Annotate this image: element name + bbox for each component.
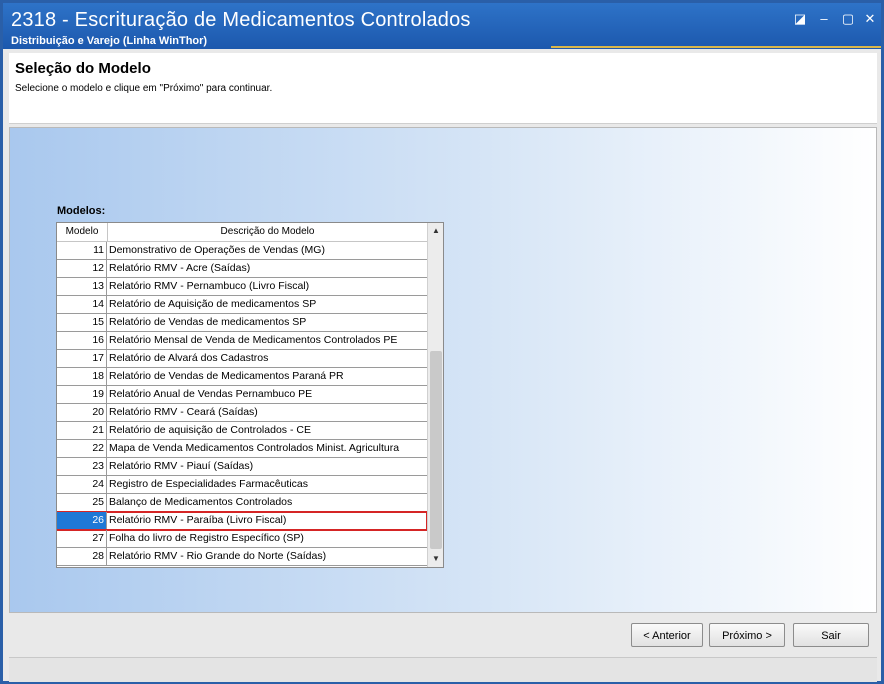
model-number-cell: 13 bbox=[57, 278, 107, 295]
table-row[interactable]: 12 Relatório RMV - Acre (Saídas) bbox=[57, 260, 427, 278]
table-row[interactable]: 19 Relatório Anual de Vendas Pernambuco P… bbox=[57, 386, 427, 404]
model-number-cell: 14 bbox=[57, 296, 107, 313]
table-row[interactable]: 11 Demonstrativo de Operações de Vendas (… bbox=[57, 242, 427, 260]
models-grid[interactable]: Modelo Descrição do Modelo 11 Demonstrati… bbox=[56, 222, 444, 568]
model-description-cell: Relatório RMV - Acre (Saídas) bbox=[109, 262, 251, 274]
model-description-cell: Relatório Anual de Vendas Pernambuco PE bbox=[109, 388, 313, 400]
model-number-cell: 20 bbox=[57, 404, 107, 421]
model-description-cell: Relatório de aquisição de Controlados - … bbox=[109, 424, 311, 436]
restore-icon[interactable]: ◪ bbox=[793, 12, 807, 26]
table-row[interactable]: 22 Mapa de Venda Medicamentos Controlados… bbox=[57, 440, 427, 458]
model-number-cell: 25 bbox=[57, 494, 107, 511]
model-description-cell: Registro de Especialidades Farmacêuticas bbox=[109, 478, 309, 490]
scroll-down-icon[interactable]: ▼ bbox=[428, 551, 443, 567]
table-row[interactable]: 18 Relatório de Vendas de Medicamentos Pa… bbox=[57, 368, 427, 386]
page-title: Seleção do Modelo bbox=[15, 60, 151, 77]
model-number-cell: 19 bbox=[57, 386, 107, 403]
model-description-cell: Relatório RMV - Ceará (Saídas) bbox=[109, 406, 258, 418]
content-panel: Modelos: Modelo Descrição do Modelo 11 De… bbox=[9, 127, 877, 613]
window-title: 2318 - Escrituração de Medicamentos Cont… bbox=[11, 9, 471, 31]
model-description-cell: Relatório de Vendas de Medicamentos Para… bbox=[109, 370, 344, 382]
model-description-cell: Balanço de Medicamentos Controlados bbox=[109, 496, 293, 508]
table-row[interactable]: 13 Relatório RMV - Pernambuco (Livro Fisc… bbox=[57, 278, 427, 296]
model-description-cell: Relatório de Alvará dos Cadastros bbox=[109, 352, 269, 364]
model-number-cell: 17 bbox=[57, 350, 107, 367]
table-row[interactable]: 26 Relatório RMV - Paraíba (Livro Fiscal) bbox=[57, 511, 428, 531]
model-number-cell: 21 bbox=[57, 422, 107, 439]
model-description-cell: Relatório RMV - Paraíba (Livro Fiscal) bbox=[109, 514, 287, 526]
model-description-cell: Relatório RMV - Rio Grande do Norte (Saí… bbox=[109, 550, 327, 562]
model-number-cell: 16 bbox=[57, 332, 107, 349]
model-description-cell: Mapa de Venda Medicamentos Controlados M… bbox=[109, 442, 400, 454]
model-number-cell: 23 bbox=[57, 458, 107, 475]
models-label: Modelos: bbox=[57, 205, 106, 217]
table-row[interactable]: 20 Relatório RMV - Ceará (Saídas) bbox=[57, 404, 427, 422]
table-row[interactable]: 21 Relatório de aquisição de Controlados … bbox=[57, 422, 427, 440]
table-row[interactable]: 24 Registro de Especialidades Farmacêutic… bbox=[57, 476, 427, 494]
table-row[interactable]: 16 Relatório Mensal de Venda de Medicamen… bbox=[57, 332, 427, 350]
model-number-cell: 18 bbox=[57, 368, 107, 385]
window-subtitle: Distribuição e Varejo (Linha WinThor) bbox=[11, 35, 208, 47]
table-row[interactable]: 15 Relatório de Vendas de medicamentos SP bbox=[57, 314, 427, 332]
column-header-model[interactable]: Modelo bbox=[57, 223, 108, 241]
table-row[interactable]: 28 Relatório RMV - Rio Grande do Norte (S… bbox=[57, 548, 427, 566]
model-description-cell: Demonstrativo de Operações de Vendas (MG… bbox=[109, 244, 325, 256]
model-description-cell: Relatório de Vendas de medicamentos SP bbox=[109, 316, 307, 328]
table-row[interactable]: 27 Folha do livro de Registro Específico … bbox=[57, 530, 427, 548]
grid-rows: 11 Demonstrativo de Operações de Vendas (… bbox=[57, 242, 428, 566]
model-number-cell: 24 bbox=[57, 476, 107, 493]
table-row[interactable]: 25 Balanço de Medicamentos Controlados bbox=[57, 494, 427, 512]
previous-button[interactable]: < Anterior bbox=[631, 623, 703, 647]
model-number-cell: 22 bbox=[57, 440, 107, 457]
maximize-icon[interactable]: ▢ bbox=[841, 12, 855, 26]
model-description-cell: Relatório de Aquisição de medicamentos S… bbox=[109, 298, 317, 310]
scroll-up-icon[interactable]: ▲ bbox=[428, 223, 443, 239]
model-number-cell: 12 bbox=[57, 260, 107, 277]
title-bar: 2318 - Escrituração de Medicamentos Cont… bbox=[3, 3, 881, 49]
next-button[interactable]: Próximo > bbox=[709, 623, 785, 647]
model-number-cell: 27 bbox=[57, 530, 107, 547]
model-description-cell: Relatório Mensal de Venda de Medicamento… bbox=[109, 334, 398, 346]
column-header-description[interactable]: Descrição do Modelo bbox=[108, 223, 427, 241]
wizard-header: Seleção do Modelo Selecione o modelo e c… bbox=[9, 53, 877, 124]
model-description-cell: Relatório RMV - Piauí (Saídas) bbox=[109, 460, 254, 472]
table-row[interactable]: 14 Relatório de Aquisição de medicamentos… bbox=[57, 296, 427, 314]
grid-header: Modelo Descrição do Modelo bbox=[57, 223, 427, 242]
wizard-footer: < Anterior Próximo > Sair bbox=[9, 615, 877, 655]
close-icon[interactable]: ✕ bbox=[863, 12, 877, 26]
minimize-icon[interactable]: – bbox=[817, 12, 831, 26]
model-description-cell: Relatório RMV - Pernambuco (Livro Fiscal… bbox=[109, 280, 310, 292]
model-number-cell: 28 bbox=[57, 548, 107, 565]
app-window: 2318 - Escrituração de Medicamentos Cont… bbox=[0, 0, 884, 684]
title-accent-line bbox=[551, 46, 881, 48]
model-number-cell: 11 bbox=[57, 242, 107, 259]
scroll-thumb[interactable] bbox=[430, 351, 442, 549]
grid-scrollbar[interactable]: ▲ ▼ bbox=[427, 223, 443, 567]
model-number-cell: 15 bbox=[57, 314, 107, 331]
table-row[interactable]: 17 Relatório de Alvará dos Cadastros bbox=[57, 350, 427, 368]
page-description: Selecione o modelo e clique em "Próximo"… bbox=[15, 83, 273, 94]
exit-button[interactable]: Sair bbox=[793, 623, 869, 647]
model-number-cell: 26 bbox=[57, 512, 107, 529]
table-row[interactable]: 23 Relatório RMV - Piauí (Saídas) bbox=[57, 458, 427, 476]
status-bar bbox=[9, 657, 877, 682]
model-description-cell: Folha do livro de Registro Específico (S… bbox=[109, 532, 304, 544]
